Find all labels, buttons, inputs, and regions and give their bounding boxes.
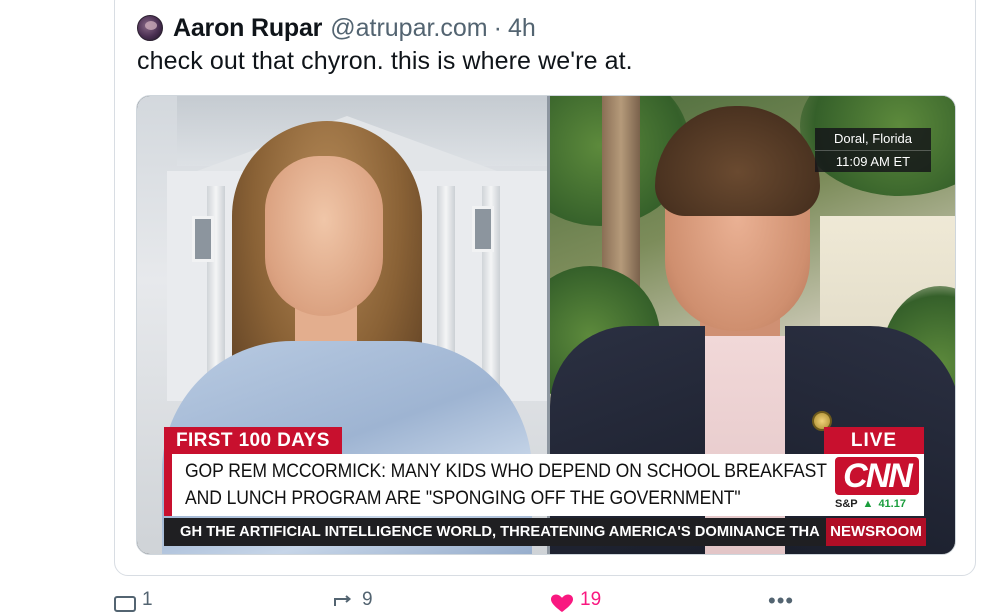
chyron-headline: GOP REM MCCORMICK: MANY KIDS WHO DEPEND … (164, 454, 829, 516)
quoted-post-header: Aaron Rupar @atrupar.com · 4h (137, 13, 536, 43)
author-name[interactable]: Aaron Rupar (173, 14, 322, 43)
chyron-headline-line-2: AND LUNCH PROGRAM ARE "SPONGING OFF THE … (185, 487, 741, 509)
heart-icon (551, 594, 573, 612)
program-name-tag: NEWSROOM (826, 518, 926, 546)
repost-button[interactable]: 9 (332, 590, 373, 612)
live-badge: LIVE (824, 427, 924, 454)
market-label: S&P (835, 498, 858, 510)
reply-count: 1 (142, 589, 153, 610)
repost-count: 9 (362, 589, 373, 610)
more-icon: ••• (768, 588, 795, 612)
reply-button[interactable]: 1 (114, 590, 153, 612)
post-action-bar: 1 9 19 ••• (114, 590, 814, 612)
repost-icon (334, 595, 352, 606)
ticker-text: GH THE ARTIFICIAL INTELLIGENCE WORLD, TH… (180, 523, 820, 540)
local-time-text: 11:09 AM ET (815, 150, 931, 172)
chyron-headline-line-1: GOP REM MCCORMICK: MANY KIDS WHO DEPEND … (185, 460, 827, 482)
market-value: 41.17 (878, 498, 906, 510)
up-arrow-icon: ▲ (862, 498, 874, 510)
reply-icon (114, 596, 136, 612)
post-text: check out that chyron. this is where we'… (137, 47, 633, 75)
quoted-post-card[interactable]: Aaron Rupar @atrupar.com · 4h check out … (114, 0, 976, 576)
author-handle[interactable]: @atrupar.com (330, 14, 487, 43)
chyron-section-tag: FIRST 100 DAYS (164, 427, 342, 454)
news-ticker: GH THE ARTIFICIAL INTELLIGENCE WORLD, TH… (164, 518, 826, 546)
separator-dot: · (493, 13, 502, 42)
network-brand-box: CNN S&P ▲ 41.17 (829, 454, 924, 516)
avatar[interactable] (137, 15, 163, 41)
location-badge: Doral, Florida 11:09 AM ET (815, 128, 931, 172)
more-options-button[interactable]: ••• (768, 590, 794, 612)
like-count: 19 (580, 589, 602, 610)
post-image[interactable]: Doral, Florida 11:09 AM ET FIRST 100 DAY… (136, 95, 956, 555)
location-text: Doral, Florida (833, 131, 913, 146)
like-button[interactable]: 19 (550, 590, 601, 612)
market-ticker: S&P ▲ 41.17 (835, 498, 906, 510)
cnn-logo: CNN (835, 457, 919, 495)
post-timestamp[interactable]: 4h (508, 14, 536, 43)
